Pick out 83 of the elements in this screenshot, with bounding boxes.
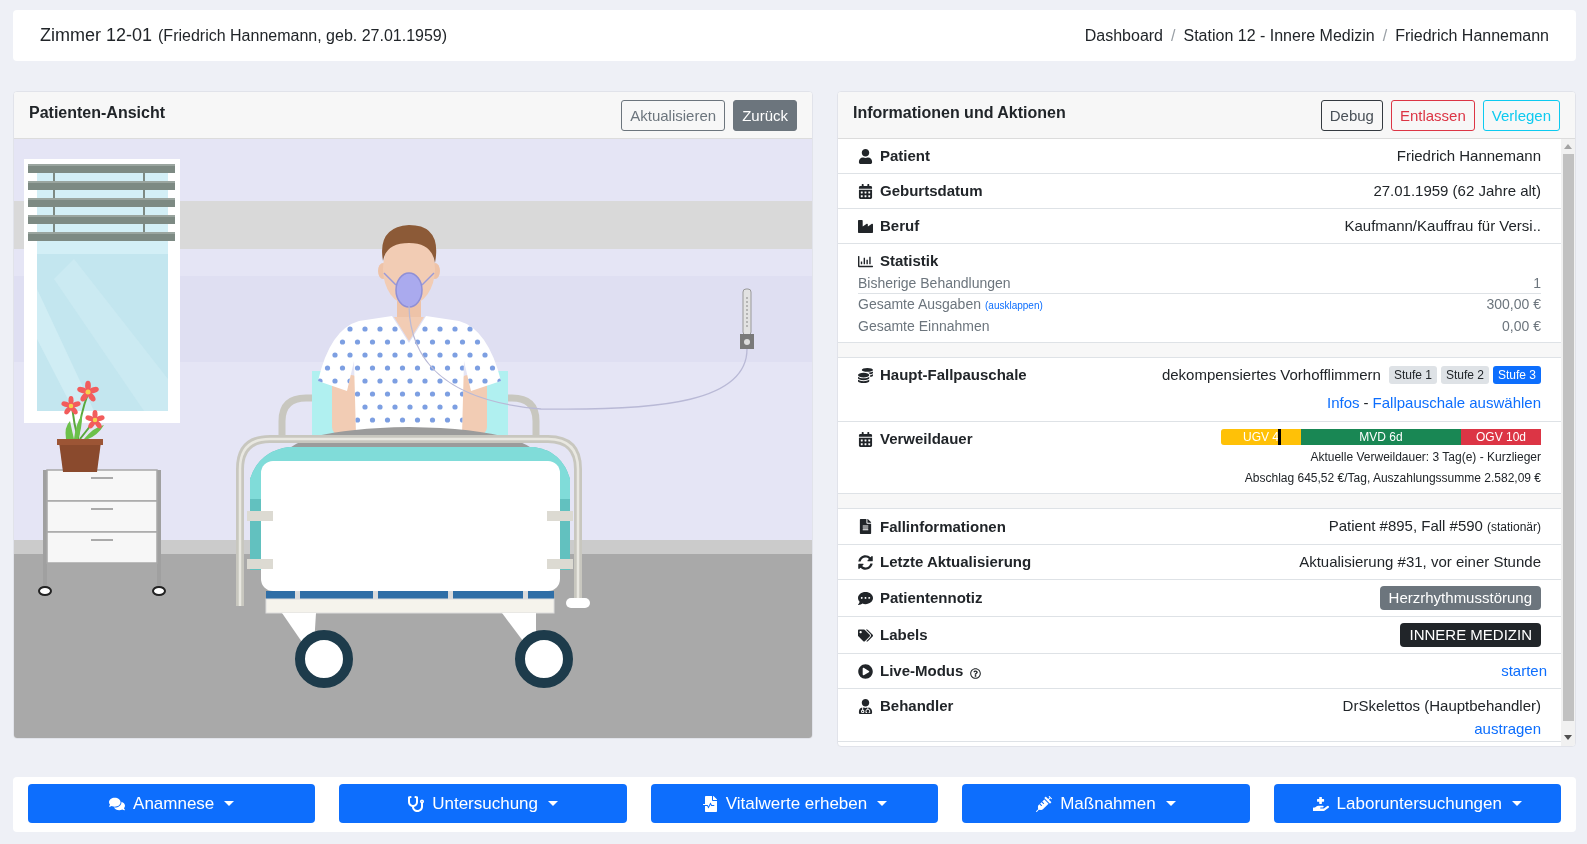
action-button[interactable]: Laboruntersuchungen xyxy=(1273,784,1561,823)
note-badge: Herzrhythmusstörung xyxy=(1379,586,1541,610)
row-label: Labels xyxy=(880,625,928,645)
header-button[interactable]: Entlassen xyxy=(1390,99,1475,131)
row-label: Haupt-Fallpauschale xyxy=(880,365,1027,385)
row-value: Kaufmann/Kauffrau für Versi.. xyxy=(1344,216,1541,236)
scrollbar-thumb[interactable] xyxy=(1562,154,1574,721)
room-title: Zimmer 12-01 xyxy=(40,25,153,46)
row-label: Live-Modus xyxy=(880,661,964,681)
stay-note: Abschlag 645,52 €/Tag, Auszahlungssumme 2.582,09 € xyxy=(1244,470,1541,487)
document-icon xyxy=(858,519,873,534)
oxygen-mask xyxy=(383,272,435,308)
stethoscope-icon xyxy=(408,795,425,812)
row-value: Patient #895, Fall #590 (stationär) xyxy=(1328,516,1541,536)
text-link[interactable]: Infos xyxy=(1327,393,1360,413)
duration-segment: OGV 10d xyxy=(1461,429,1541,445)
bar-chart-icon xyxy=(858,253,873,269)
row-value: dekompensiertes Vorhofflimmern xyxy=(1161,365,1381,385)
action-button[interactable]: Untersuchung xyxy=(339,784,627,823)
action-button[interactable]: Anamnese xyxy=(28,784,316,823)
card-title: Patienten-Ansicht xyxy=(29,104,165,122)
action-button[interactable]: Maßnahmen xyxy=(962,784,1250,823)
row-label: Geburtsdatum xyxy=(880,181,983,201)
remove-link[interactable]: austragen xyxy=(1474,720,1541,738)
breadcrumb-separator: / xyxy=(1171,26,1176,45)
header-button[interactable]: Zurück xyxy=(733,99,797,131)
calendar-icon xyxy=(858,183,873,199)
tags-icon xyxy=(858,627,873,643)
label-badge: INNERE MEDIZIN xyxy=(1400,623,1541,647)
breadcrumb-link[interactable]: Dashboard xyxy=(1084,26,1163,45)
header-button[interactable]: Debug xyxy=(1320,99,1383,131)
card-title: Informationen und Aktionen xyxy=(853,104,1066,122)
duration-segment: MVD 6d xyxy=(1301,429,1461,445)
header-button[interactable]: Aktualisieren xyxy=(621,99,726,131)
row-value: Aktualisierung #31, vor einer Stunde xyxy=(1299,552,1541,572)
level-badge[interactable]: Stufe 1 xyxy=(1388,366,1437,384)
oxygen-flowmeter xyxy=(740,288,754,349)
stat-value: 300,00 € xyxy=(1486,295,1541,314)
comments-icon xyxy=(109,795,126,812)
row-value: Friedrich Hannemann xyxy=(1396,146,1541,166)
row-label: Beruf xyxy=(880,216,920,236)
start-link[interactable]: starten xyxy=(1501,661,1547,681)
text-link[interactable]: Fallpauschale auswählen xyxy=(1372,393,1541,413)
expand-link[interactable]: (ausklappen) xyxy=(985,296,1043,316)
hand-icon xyxy=(1312,795,1329,812)
row-label: Patientennotiz xyxy=(880,588,983,608)
row-value: 27.01.1959 (62 Jahre alt) xyxy=(1373,181,1541,201)
action-button[interactable]: Vitalwerte erheben xyxy=(650,784,939,823)
patient-subtitle: (Friedrich Hannemann, geb. 27.01.1959) xyxy=(158,27,448,45)
breadcrumb-separator: / xyxy=(1382,26,1388,45)
doctor-icon xyxy=(858,698,873,714)
syringe-icon xyxy=(1036,795,1053,812)
level-badge[interactable]: Stufe 2 xyxy=(1440,366,1489,384)
stay-note: Aktuelle Verweildauer: 3 Tag(e) - Kurzlieger xyxy=(1310,449,1541,466)
scroll-down-icon[interactable] xyxy=(1564,735,1572,740)
scroll-up-icon[interactable] xyxy=(1564,144,1572,149)
stat-label: Gesamte Ausgaben xyxy=(858,295,981,314)
row-label: Behandler xyxy=(880,696,954,716)
coins-icon xyxy=(858,367,873,383)
stat-label: Bisherige Behandlungen xyxy=(858,274,1011,293)
breadcrumb-link[interactable]: Station 12 - Innere Medizin xyxy=(1183,26,1375,45)
help-icon[interactable] xyxy=(970,667,982,679)
speech-bubble-icon xyxy=(858,590,873,606)
scrollbar[interactable] xyxy=(1561,139,1575,746)
row-label: Letzte Aktualisierung xyxy=(880,552,1032,572)
row-label: Statistik xyxy=(880,251,939,271)
duration-segment: UGV 4 xyxy=(1221,429,1301,445)
row-value: DrSkelettos (Hauptbehandler) xyxy=(1342,696,1541,716)
stat-label: Gesamte Einnahmen xyxy=(858,317,990,336)
factory-icon xyxy=(858,218,873,234)
row-label: Fallinformationen xyxy=(880,516,1006,537)
refresh-icon xyxy=(858,554,873,570)
user-icon xyxy=(858,148,873,164)
level-badge[interactable]: Stufe 3 xyxy=(1492,366,1541,384)
row-label: Patient xyxy=(880,146,930,166)
breadcrumb-current: Friedrich Hannemann xyxy=(1395,26,1549,45)
stat-value: 1 xyxy=(1533,274,1541,293)
medical-file-icon xyxy=(701,795,718,812)
play-icon xyxy=(858,663,873,679)
row-label: Verweildauer xyxy=(880,429,973,449)
calendar-icon xyxy=(858,431,873,447)
stat-value: 0,00 € xyxy=(1502,317,1541,336)
link-separator: - xyxy=(1363,393,1369,413)
